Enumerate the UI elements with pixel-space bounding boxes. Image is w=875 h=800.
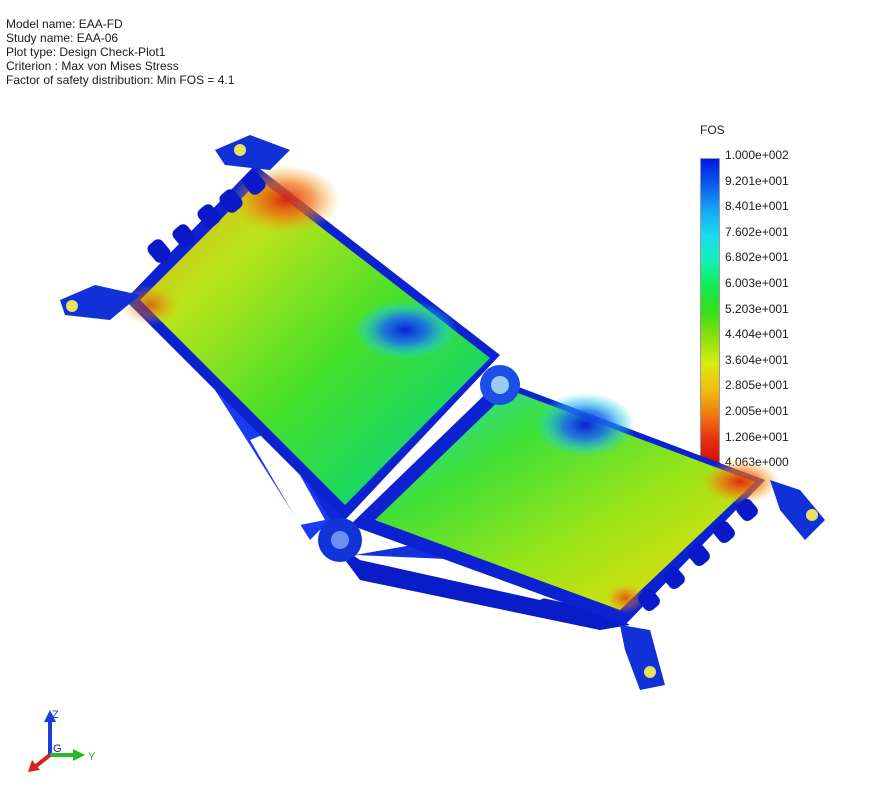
y-axis-label: Y xyxy=(88,751,96,763)
model-name-label: Model name: EAA-FD xyxy=(6,17,123,31)
z-axis-label: Z xyxy=(52,709,59,721)
x-axis-arrow xyxy=(34,753,52,768)
criterion-label: Criterion : Max von Mises Stress xyxy=(6,59,179,73)
plot-type-label: Plot type: Design Check-Plot1 xyxy=(6,45,166,59)
axis-triad: Z Y G xyxy=(28,709,96,772)
fea-model-viewport[interactable] xyxy=(0,100,875,740)
study-name-label: Study name: EAA-06 xyxy=(6,31,119,45)
study-info: Model name: EAA-FD Study name: EAA-06 Pl… xyxy=(6,17,234,87)
ground-label: G xyxy=(53,743,62,755)
min-fos-label: Factor of safety distribution: Min FOS =… xyxy=(6,73,235,87)
